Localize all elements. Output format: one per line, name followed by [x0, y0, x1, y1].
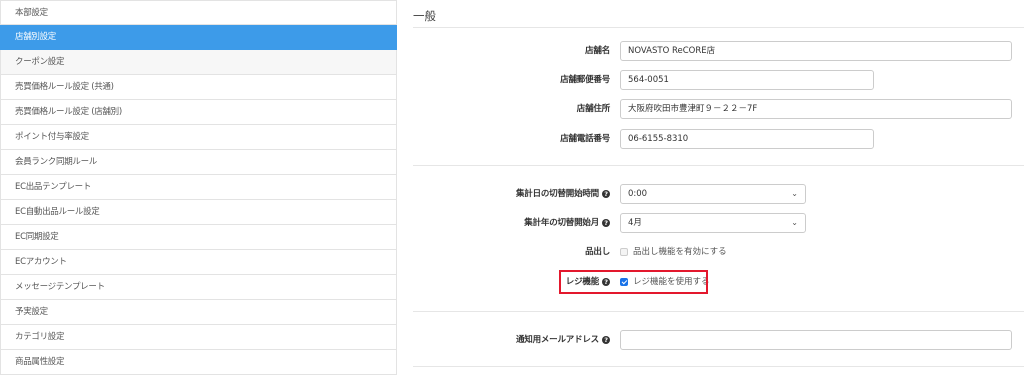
aggregate-day-value: 0:00	[628, 189, 648, 199]
sidebar-item-coupon-settings[interactable]: クーポン設定	[0, 50, 397, 75]
help-icon[interactable]: ?	[602, 218, 610, 227]
sidebar-item-store-settings[interactable]: 店舗別設定	[0, 25, 397, 50]
aggregate-day-label-wrap: 集計日の切替開始時間?	[516, 184, 610, 204]
store-name-label: 店舗名	[585, 46, 610, 56]
address-input[interactable]: 大阪府吹田市豊津町９－２２－7F	[620, 99, 1012, 119]
help-icon[interactable]: ?	[602, 189, 610, 198]
help-icon[interactable]: ?	[602, 335, 610, 344]
notify-email-input[interactable]	[620, 330, 1012, 350]
sidebar-item-ec-account[interactable]: ECアカウント	[0, 250, 397, 275]
address-label: 店舗住所	[576, 104, 610, 114]
sidebar-item-ec-auto-listing[interactable]: EC自動出品ルール設定	[0, 200, 397, 225]
sidebar-item-message-template[interactable]: メッセージテンプレート	[0, 275, 397, 300]
sidebar-item-point-rate[interactable]: ポイント付与率設定	[0, 125, 397, 150]
phone-input[interactable]: 06-6155-8310	[620, 129, 874, 149]
sidebar-item-budget-actual[interactable]: 予実設定	[0, 300, 397, 325]
sidebar-item-price-rule-common[interactable]: 売買価格ルール設定 (共通)	[0, 75, 397, 100]
divider	[413, 366, 1024, 367]
chevron-down-icon: ⌄	[791, 189, 798, 198]
aggregate-year-select[interactable]: 4月 ⌄	[620, 213, 806, 233]
notify-email-label: 通知用メールアドレス	[515, 335, 599, 345]
item-out-label: 品出し	[585, 247, 610, 257]
chevron-down-icon: ⌄	[791, 218, 798, 227]
phone-row: 店舗電話番号 06-6155-8310	[413, 129, 1024, 149]
sidebar-item-ec-template[interactable]: EC出品テンプレート	[0, 175, 397, 200]
address-row: 店舗住所 大阪府吹田市豊津町９－２２－7F	[413, 99, 1024, 119]
notify-email-row: 通知用メールアドレス?	[413, 330, 1024, 350]
postal-code-label: 店舗郵便番号	[560, 75, 610, 85]
item-out-row: 品出し 品出し機能を有効にする	[413, 242, 1024, 262]
aggregate-year-row: 集計年の切替開始月? 4月 ⌄	[413, 213, 1024, 233]
aggregate-day-label: 集計日の切替開始時間	[515, 189, 599, 199]
sidebar-item-category[interactable]: カテゴリ設定	[0, 325, 397, 350]
divider	[413, 311, 1024, 312]
sidebar-item-member-rank-sync[interactable]: 会員ランク同期ルール	[0, 150, 397, 175]
highlight-box	[559, 270, 708, 294]
item-out-checkbox[interactable]	[620, 247, 628, 256]
sidebar-item-price-rule-store[interactable]: 売買価格ルール設定 (店舗別)	[0, 100, 397, 125]
register-row: レジ機能? レジ機能を使用する	[413, 272, 1024, 292]
divider	[413, 165, 1024, 166]
settings-sidebar: 本部設定 店舗別設定 クーポン設定 売買価格ルール設定 (共通) 売買価格ルール…	[0, 0, 397, 375]
aggregate-day-select[interactable]: 0:00 ⌄	[620, 184, 806, 204]
phone-label: 店舗電話番号	[560, 134, 610, 144]
item-out-checkbox-label: 品出し機能を有効にする	[633, 247, 727, 257]
postal-code-input[interactable]: 564-0051	[620, 70, 874, 90]
aggregate-year-label-wrap: 集計年の切替開始月?	[524, 213, 610, 233]
sidebar-item-ec-sync[interactable]: EC同期設定	[0, 225, 397, 250]
notify-email-label-wrap: 通知用メールアドレス?	[516, 330, 610, 350]
store-name-row: 店舗名 NOVASTO ReCORE店	[413, 41, 1024, 61]
divider	[413, 27, 1024, 28]
aggregate-year-value: 4月	[628, 218, 642, 228]
aggregate-year-label: 集計年の切替開始月	[524, 218, 599, 228]
store-name-input[interactable]: NOVASTO ReCORE店	[620, 41, 1012, 61]
sidebar-item-hq-settings[interactable]: 本部設定	[0, 0, 397, 25]
section-title: 一般	[413, 9, 436, 23]
aggregate-day-row: 集計日の切替開始時間? 0:00 ⌄	[413, 184, 1024, 204]
item-out-option[interactable]: 品出し機能を有効にする	[620, 242, 727, 262]
postal-code-row: 店舗郵便番号 564-0051	[413, 70, 1024, 90]
sidebar-item-product-attributes[interactable]: 商品属性設定	[0, 350, 397, 375]
